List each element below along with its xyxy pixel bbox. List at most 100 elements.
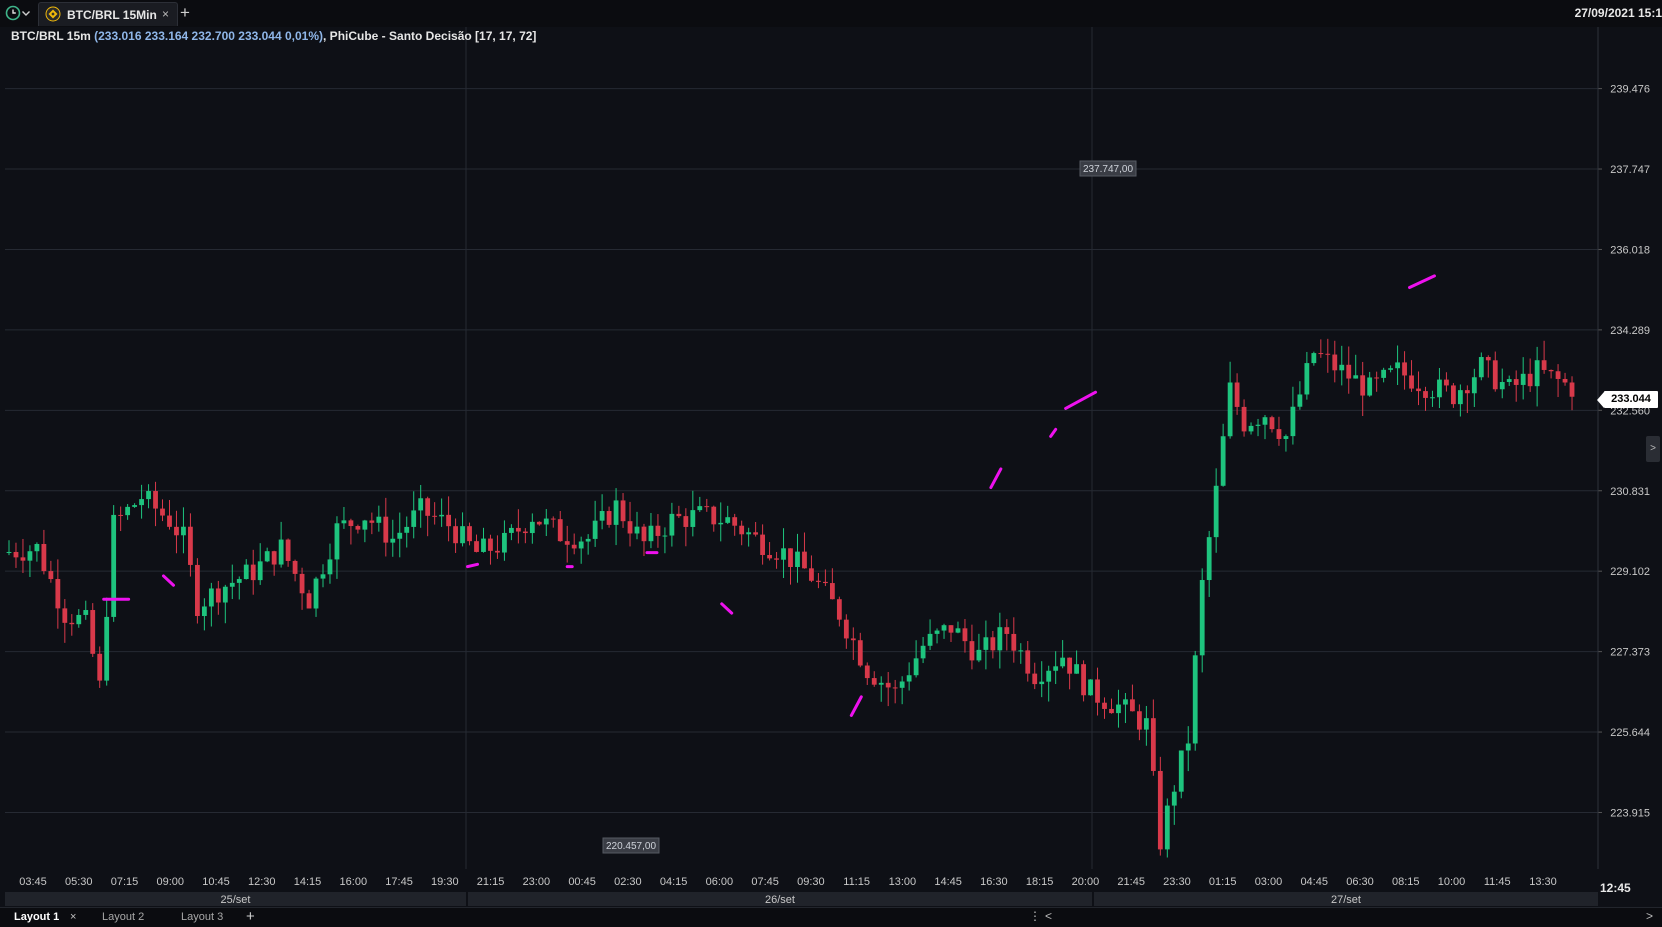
candle-body xyxy=(1325,353,1331,355)
candle-body xyxy=(41,543,47,572)
candle-body xyxy=(809,568,814,581)
candle-body xyxy=(774,558,779,560)
candle-body xyxy=(181,526,186,536)
candle-body xyxy=(27,551,33,561)
time-tick-label: 04:45 xyxy=(1300,876,1328,888)
add-tab-button[interactable]: + xyxy=(180,3,190,23)
candle-body xyxy=(125,506,131,516)
layout-tab-3[interactable]: Layout 3 xyxy=(181,911,223,923)
close-layout-icon[interactable]: × xyxy=(70,911,76,923)
time-tick-label: 18:15 xyxy=(1026,876,1054,888)
candle-body xyxy=(1276,429,1282,439)
candle-body xyxy=(62,608,68,623)
candle-body xyxy=(243,564,249,580)
chevron-down-icon[interactable] xyxy=(21,5,31,21)
chevron-right-icon: > xyxy=(1650,443,1656,454)
candle-body xyxy=(1437,379,1442,398)
time-tick-label: 19:30 xyxy=(431,876,459,888)
tab-label: BTC/BRL 15Min xyxy=(67,8,157,22)
candle-body xyxy=(1060,657,1066,667)
scroll-right-icon[interactable]: > xyxy=(1646,909,1653,923)
candle-body xyxy=(857,640,863,666)
price-tick-label: 225.644 xyxy=(1610,727,1650,739)
candle-body xyxy=(690,510,696,527)
candle-body xyxy=(746,532,752,535)
candle-body xyxy=(1004,627,1010,634)
collapse-panel-button[interactable]: > xyxy=(1646,436,1660,462)
price-tick-label: 236.018 xyxy=(1610,244,1650,256)
candle-body xyxy=(599,511,605,521)
candle-body xyxy=(1353,375,1359,379)
candle-body xyxy=(948,625,954,633)
high-value-label: 237.747,00 xyxy=(1083,164,1133,175)
candle-body xyxy=(201,606,207,617)
candle-body xyxy=(446,514,451,527)
candle-body xyxy=(1109,708,1114,714)
candle-body xyxy=(1304,363,1310,395)
legend-ohlc: (233.016 233.164 232.700 233.044 0,01%) xyxy=(94,29,324,43)
candle-body xyxy=(990,637,996,651)
candle-body xyxy=(1499,382,1505,390)
binance-icon xyxy=(45,6,61,22)
candle-body xyxy=(502,532,507,553)
candle-body xyxy=(1548,369,1554,372)
candle-body xyxy=(285,539,291,561)
candle-body xyxy=(1506,379,1512,383)
tab-btc-brl[interactable]: BTC/BRL 15Min × xyxy=(38,2,178,26)
candle-body xyxy=(976,649,982,661)
candle-body xyxy=(683,516,689,527)
time-tick-label: 00:45 xyxy=(568,876,596,888)
current-price-tag: 233.044 xyxy=(1597,391,1658,408)
candle-body xyxy=(383,516,389,543)
price-tick-label: 237.747 xyxy=(1610,164,1650,176)
candle-body xyxy=(1562,378,1568,383)
chart-legend: BTC/BRL 15m (233.016 233.164 232.700 233… xyxy=(11,29,536,43)
date-label: 26/set xyxy=(765,894,795,906)
candle-body xyxy=(913,658,919,676)
candle-body xyxy=(955,628,961,633)
candle-body xyxy=(1381,369,1387,378)
candlestick-chart[interactable]: 239.476237.747236.018234.289232.560230.8… xyxy=(0,27,1662,920)
candle-body xyxy=(376,516,382,523)
candle-body xyxy=(753,532,759,535)
candle-body xyxy=(571,544,577,549)
scroll-left-icon[interactable]: < xyxy=(1045,909,1052,923)
more-options-icon[interactable]: ⋮ xyxy=(1029,909,1041,923)
candle-body xyxy=(648,525,654,542)
candle-body xyxy=(1088,679,1093,696)
clock-icon[interactable] xyxy=(5,5,21,21)
price-tick-label: 227.373 xyxy=(1610,647,1650,659)
close-tab-icon[interactable]: × xyxy=(162,7,169,21)
date-label: 25/set xyxy=(221,894,251,906)
candle-body xyxy=(488,538,493,551)
candle-body xyxy=(843,619,849,639)
candle-body xyxy=(871,678,877,685)
low-value-label: 220.457,00 xyxy=(606,841,656,852)
candle-body xyxy=(1478,357,1484,378)
candle-body xyxy=(1171,791,1177,806)
candle-body xyxy=(1555,371,1561,379)
candle-body xyxy=(425,498,431,516)
candle-body xyxy=(1492,360,1498,390)
add-layout-button[interactable]: + xyxy=(246,908,255,925)
candle-body xyxy=(760,534,765,555)
current-time-label: 12:45 xyxy=(1600,881,1631,895)
layout-tab-1[interactable]: Layout 1 xyxy=(14,911,59,923)
candle-body xyxy=(327,559,333,575)
candle-body xyxy=(1095,679,1100,703)
candle-body xyxy=(962,628,968,642)
chart-area[interactable]: 239.476 237.747 236.018 234.289 232.560 230.8… xyxy=(0,27,1662,920)
candle-body xyxy=(90,610,96,654)
time-tick-label: 04:15 xyxy=(660,876,688,888)
candle-body xyxy=(20,557,26,561)
candle-body xyxy=(208,588,214,607)
candle-body xyxy=(153,491,158,509)
time-tick-label: 06:30 xyxy=(1346,876,1374,888)
candle-body xyxy=(543,518,549,525)
candle-body xyxy=(1332,354,1338,371)
chart-background xyxy=(0,27,1662,920)
candle-body xyxy=(320,574,326,579)
candle-body xyxy=(739,525,745,535)
layout-tab-2[interactable]: Layout 2 xyxy=(102,911,144,923)
candle-body xyxy=(1241,406,1247,432)
